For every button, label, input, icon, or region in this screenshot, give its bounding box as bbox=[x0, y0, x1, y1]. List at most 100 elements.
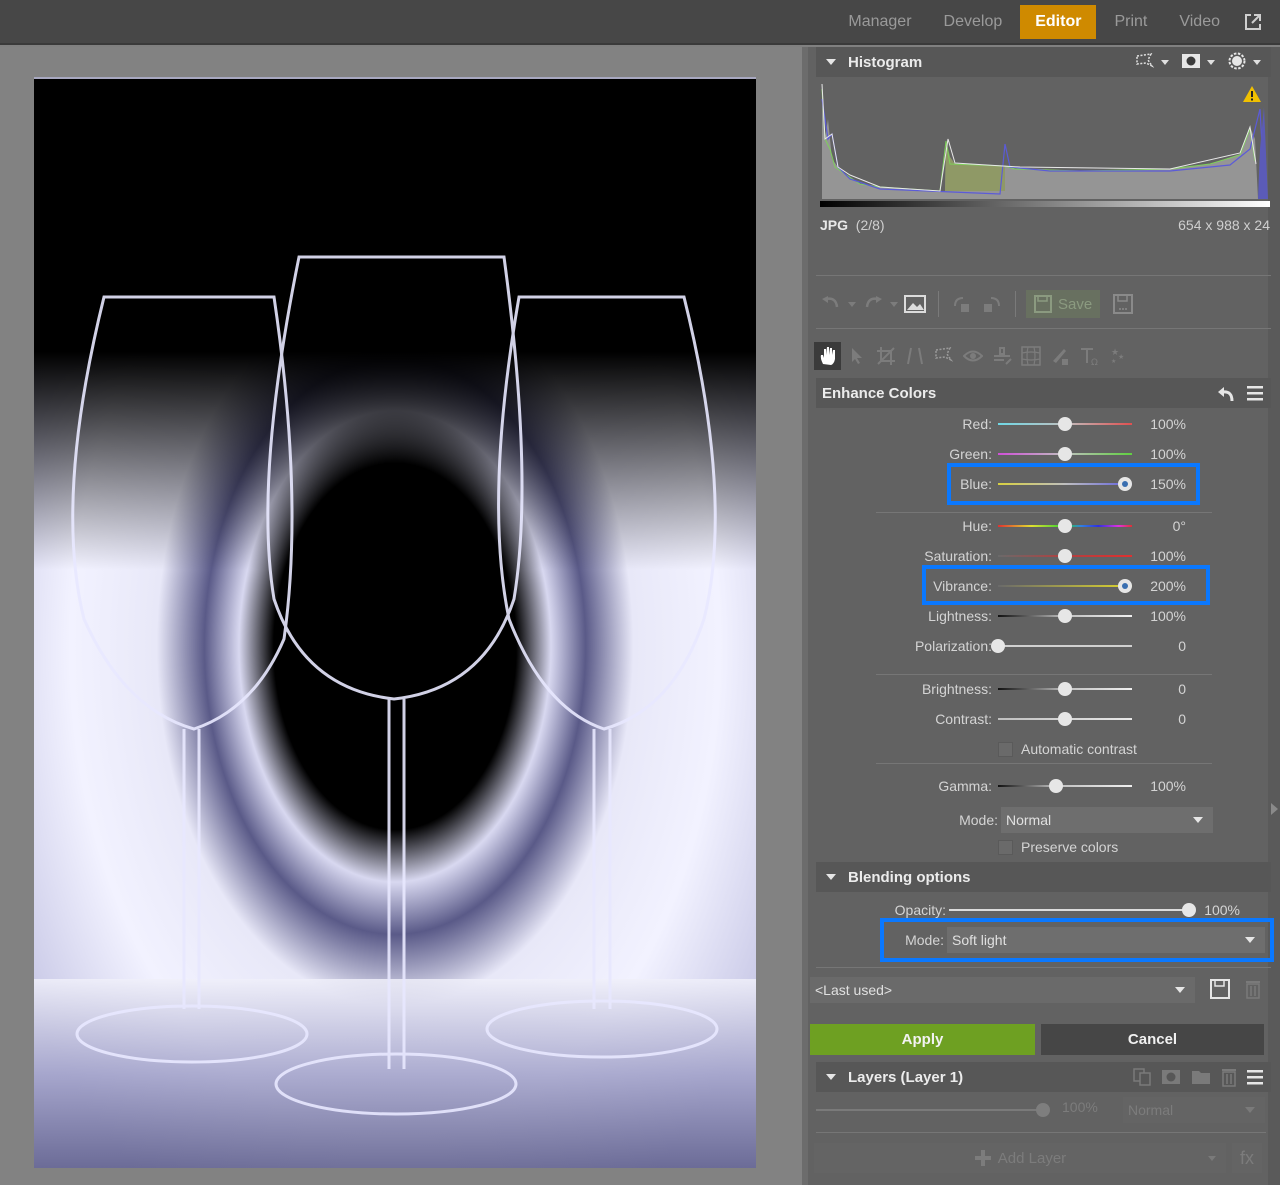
undo-icon[interactable] bbox=[818, 291, 844, 317]
automatic-contrast-label: Automatic contrast bbox=[1021, 741, 1137, 757]
blending-options-header[interactable]: Blending options bbox=[816, 862, 1271, 892]
cancel-button[interactable]: Cancel bbox=[1041, 1024, 1264, 1055]
red-eye-icon[interactable] bbox=[959, 342, 986, 370]
expand-arrow-icon[interactable] bbox=[1271, 803, 1278, 815]
preset-select[interactable]: <Last used> bbox=[810, 977, 1195, 1003]
effects-icon[interactable]: ★ ★ ★ bbox=[1104, 342, 1131, 370]
gamma-slider-track[interactable] bbox=[998, 785, 1132, 787]
brightness-dropdown-icon[interactable] bbox=[1253, 59, 1261, 65]
redo-dropdown-icon[interactable] bbox=[890, 301, 898, 307]
plus-icon bbox=[974, 1150, 991, 1166]
hue-value: 0° bbox=[1172, 518, 1186, 534]
tab-editor[interactable]: Editor bbox=[1020, 5, 1097, 39]
redo-icon[interactable] bbox=[860, 291, 886, 317]
file-info: JPG (2/8) 654 x 988 x 24 bbox=[820, 217, 1270, 233]
red-slider-handle[interactable] bbox=[1058, 417, 1072, 431]
layer-mask-icon[interactable] bbox=[1161, 1069, 1181, 1088]
preserve-colors-checkbox[interactable]: Preserve colors bbox=[998, 836, 1118, 858]
contrast-label: Contrast: bbox=[935, 711, 992, 727]
grid-warp-icon[interactable] bbox=[1017, 342, 1044, 370]
open-external-icon[interactable] bbox=[1236, 5, 1270, 39]
mask-dropdown-icon[interactable] bbox=[1207, 59, 1215, 65]
polarization-slider-track[interactable] bbox=[998, 645, 1132, 647]
menu-icon[interactable] bbox=[1247, 385, 1263, 404]
add-layer-button[interactable]: Add Layer bbox=[814, 1143, 1226, 1173]
layers-menu-icon[interactable] bbox=[1247, 1069, 1263, 1088]
selection-dropdown-icon[interactable] bbox=[1161, 59, 1169, 65]
image-canvas[interactable] bbox=[0, 47, 802, 1185]
pointer-icon[interactable] bbox=[843, 342, 870, 370]
delete-preset-icon[interactable] bbox=[1245, 979, 1261, 1002]
blend-mode-value: Soft light bbox=[952, 932, 1007, 948]
saturation-slider-handle[interactable] bbox=[1058, 549, 1072, 563]
tab-develop[interactable]: Develop bbox=[928, 5, 1019, 39]
automatic-contrast-checkbox[interactable]: Automatic contrast bbox=[998, 738, 1137, 760]
text-icon[interactable]: Ω bbox=[1075, 342, 1102, 370]
undo-dropdown-icon[interactable] bbox=[848, 301, 856, 307]
delete-layer-icon[interactable] bbox=[1221, 1067, 1237, 1090]
perspective-icon[interactable] bbox=[901, 342, 928, 370]
histogram-header[interactable]: Histogram bbox=[816, 47, 1271, 77]
chevron-down-icon bbox=[1245, 937, 1255, 943]
mode-select[interactable]: Normal bbox=[1001, 807, 1213, 833]
file-index: (2/8) bbox=[855, 217, 885, 233]
lightness-label: Lightness: bbox=[928, 608, 992, 624]
fx-button[interactable]: fx bbox=[1232, 1143, 1262, 1173]
divider bbox=[876, 512, 1212, 513]
image-dimensions: 654 x 988 x 24 bbox=[1178, 217, 1270, 233]
warning-icon[interactable] bbox=[1242, 85, 1262, 106]
layers-header[interactable]: Layers (Layer 1) bbox=[816, 1062, 1271, 1092]
polarization-slider-handle[interactable] bbox=[991, 639, 1005, 653]
file-format: JPG bbox=[820, 217, 849, 233]
layer-mode-select[interactable]: Normal bbox=[1123, 1097, 1265, 1123]
hue-slider-handle[interactable] bbox=[1058, 519, 1072, 533]
collapse-triangle-icon[interactable] bbox=[826, 1074, 836, 1080]
add-layer-dropdown[interactable] bbox=[1198, 1143, 1226, 1173]
tab-video[interactable]: Video bbox=[1163, 5, 1236, 39]
blend-mode-select[interactable]: Soft light bbox=[947, 927, 1265, 953]
contrast-slider-row: Contrast: 0 bbox=[808, 707, 1280, 731]
checkbox[interactable] bbox=[998, 839, 1013, 855]
save-icon bbox=[1034, 295, 1052, 313]
green-slider-handle[interactable] bbox=[1058, 447, 1072, 461]
tab-print[interactable]: Print bbox=[1098, 5, 1163, 39]
rotate-right-icon[interactable] bbox=[979, 291, 1005, 317]
svg-text:Ω: Ω bbox=[1091, 358, 1098, 366]
crop-icon[interactable] bbox=[872, 342, 899, 370]
separator bbox=[938, 291, 939, 317]
layer-folder-icon[interactable] bbox=[1191, 1069, 1211, 1088]
save-button[interactable]: Save bbox=[1026, 290, 1101, 318]
layer-opacity-track[interactable] bbox=[816, 1109, 1042, 1111]
hand-icon[interactable] bbox=[814, 342, 841, 370]
history-toolbar: Save bbox=[818, 289, 1136, 319]
divider bbox=[876, 763, 1212, 764]
rotate-left-icon[interactable] bbox=[949, 291, 975, 317]
lasso-icon[interactable] bbox=[930, 342, 957, 370]
duplicate-layer-icon[interactable] bbox=[1133, 1068, 1151, 1089]
clone-stamp-icon[interactable] bbox=[988, 342, 1015, 370]
hue-slider-row: Hue: 0° bbox=[808, 514, 1280, 538]
tab-manager[interactable]: Manager bbox=[832, 5, 927, 39]
image-icon[interactable] bbox=[902, 291, 928, 317]
save-as-icon[interactable] bbox=[1110, 291, 1136, 317]
layer-opacity-handle[interactable] bbox=[1036, 1103, 1050, 1117]
checkbox[interactable] bbox=[998, 741, 1013, 757]
divider bbox=[816, 275, 1271, 276]
opacity-track[interactable] bbox=[949, 909, 1189, 911]
collapse-triangle-icon[interactable] bbox=[826, 874, 836, 880]
preserve-colors-label: Preserve colors bbox=[1021, 839, 1119, 855]
reset-icon[interactable] bbox=[1217, 384, 1235, 405]
brightness-slider-handle[interactable] bbox=[1058, 682, 1072, 696]
contrast-slider-handle[interactable] bbox=[1058, 712, 1072, 726]
top-bar: Manager Develop Editor Print Video bbox=[0, 0, 1280, 45]
brightness-icon[interactable] bbox=[1227, 51, 1247, 74]
photo-wine-glasses bbox=[34, 77, 756, 1168]
mask-icon[interactable] bbox=[1181, 53, 1201, 72]
lightness-slider-handle[interactable] bbox=[1058, 609, 1072, 623]
selection-icon[interactable] bbox=[1135, 52, 1155, 72]
gamma-slider-handle[interactable] bbox=[1048, 779, 1063, 793]
save-preset-icon[interactable] bbox=[1210, 979, 1230, 1002]
collapse-triangle-icon[interactable] bbox=[826, 59, 836, 65]
apply-button[interactable]: Apply bbox=[810, 1024, 1035, 1055]
brush-icon[interactable] bbox=[1046, 342, 1073, 370]
